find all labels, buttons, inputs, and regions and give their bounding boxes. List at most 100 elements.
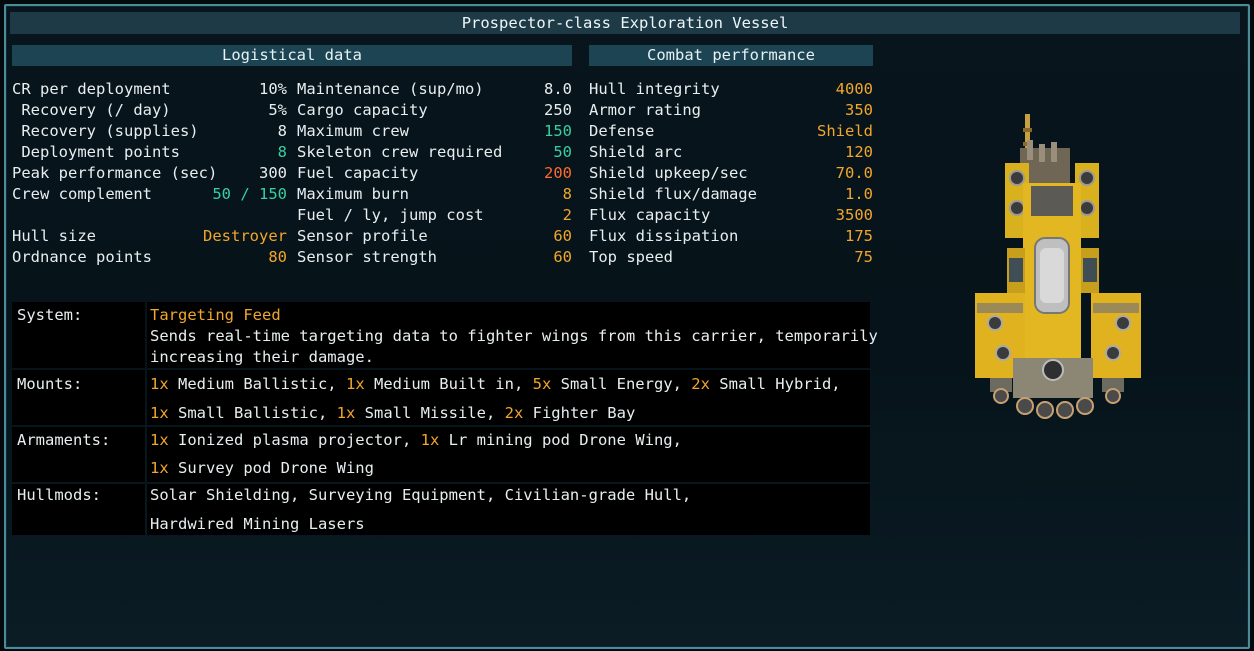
stat-value: 75: [854, 248, 873, 266]
stat-row: Maintenance (sup/mo) 8.0: [297, 79, 572, 100]
stat-row: Ordnance points 80: [12, 247, 287, 268]
stat-label: Hull integrity: [589, 80, 720, 98]
logistical-header: Logistical data: [12, 45, 572, 66]
stat-label: Sensor profile: [297, 227, 428, 245]
system-desc-line2: increasing their damage.: [150, 348, 374, 366]
stat-value: 120: [845, 143, 873, 161]
item-name: Ionized plasma projector,: [168, 431, 421, 449]
stat-row: Crew complement 50 / 150: [12, 184, 287, 205]
stat-row: Recovery (supplies) 8: [12, 121, 287, 142]
stat-value: Destroyer: [203, 227, 287, 245]
stat-label: Cargo capacity: [297, 101, 428, 119]
stat-row: Flux capacity 3500: [589, 205, 873, 226]
count: 1x: [150, 459, 169, 477]
count: 5x: [532, 375, 552, 393]
hullmods-line2: Hardwired Mining Lasers: [150, 515, 365, 533]
stat-value: 175: [845, 227, 873, 245]
stat-row: Hull integrity 4000: [589, 79, 873, 100]
stat-row: Cargo capacity 250: [297, 100, 572, 121]
stat-value: 5%: [268, 101, 287, 119]
stat-value: 350: [845, 101, 873, 119]
stat-row: Defense Shield: [589, 121, 873, 142]
stat-label: Ordnance points: [12, 248, 152, 266]
combat-header: Combat performance: [589, 45, 873, 66]
mounts-line2: 1x Small Ballistic, 1x Small Missile, 2x…: [150, 403, 635, 424]
item-name: Fighter Bay: [523, 404, 636, 422]
stat-row: Hull size Destroyer: [12, 226, 287, 247]
mounts-line1: 1x Medium Ballistic, 1x Medium Built in,…: [150, 374, 841, 395]
stat-label: Peak performance (sec): [12, 164, 218, 182]
stat-value: 2: [562, 206, 572, 224]
stat-row: CR per deployment 10%: [12, 79, 287, 100]
system-desc-line1: Sends real-time targeting data to fighte…: [150, 327, 878, 345]
stat-row: Sensor profile 60: [297, 226, 572, 247]
count: 1x: [150, 431, 169, 449]
count: 1x: [420, 431, 440, 449]
stat-value: 1.0: [845, 185, 873, 203]
item-name: Lr mining pod Drone Wing,: [439, 431, 682, 449]
stat-row: Shield arc 120: [589, 142, 873, 163]
stat-label: Recovery (/ day): [12, 101, 171, 119]
mounts-label: Mounts:: [17, 375, 83, 393]
stat-row: Armor rating 350: [589, 100, 873, 121]
stat-row: Recovery (/ day) 5%: [12, 100, 287, 121]
stat-value: 80: [268, 248, 287, 266]
stat-value: 60: [553, 227, 572, 245]
stat-value: 10%: [259, 80, 287, 98]
count: 1x: [345, 375, 365, 393]
stat-value: 8: [277, 122, 287, 140]
stat-row: Shield upkeep/sec 70.0: [589, 163, 873, 184]
stat-label: Recovery (supplies): [12, 122, 199, 140]
system-label: System:: [17, 306, 83, 324]
stat-row: Skeleton crew required 50: [297, 142, 572, 163]
stat-row: Shield flux/damage 1.0: [589, 184, 873, 205]
stat-row: Peak performance (sec) 300: [12, 163, 287, 184]
stat-label: Shield flux/damage: [589, 185, 757, 203]
armaments-line2: 1x Survey pod Drone Wing: [150, 458, 374, 479]
system-name: Targeting Feed: [150, 306, 281, 324]
item-name: Small Missile,: [355, 404, 505, 422]
hullmods-label: Hullmods:: [17, 486, 101, 504]
stat-value: 50: [553, 143, 572, 161]
stat-label: CR per deployment: [12, 80, 171, 98]
stat-row: Sensor strength 60: [297, 247, 572, 268]
hullmods-line1: Solar Shielding, Surveying Equipment, Ci…: [150, 486, 692, 504]
count: 1x: [150, 375, 169, 393]
armaments-line1: 1x Ionized plasma projector, 1x Lr minin…: [150, 430, 682, 451]
stat-label: Maximum burn: [297, 185, 409, 203]
stat-row: Fuel capacity 200: [297, 163, 572, 184]
stat-label: Deployment points: [12, 143, 180, 161]
stat-label: Fuel capacity: [297, 164, 419, 182]
count: 1x: [150, 404, 169, 422]
stat-label: Skeleton crew required: [297, 143, 503, 161]
stat-label: Maintenance (sup/mo): [297, 80, 484, 98]
stat-label: Defense: [589, 122, 655, 140]
stat-value: 200: [544, 164, 572, 182]
stat-row: Deployment points 8: [12, 142, 287, 163]
stat-value: 70.0: [835, 164, 873, 182]
stat-value: 60: [553, 248, 572, 266]
stat-value: 4000: [835, 80, 873, 98]
stat-label: Crew complement: [12, 185, 152, 203]
stat-value: Shield: [817, 122, 873, 140]
stat-row: Fuel / ly, jump cost 2: [297, 205, 572, 226]
stat-value: 250: [544, 101, 572, 119]
stat-row: [12, 205, 287, 226]
count: 2x: [504, 404, 524, 422]
stat-value: 8: [562, 185, 572, 203]
stat-label: Shield upkeep/sec: [589, 164, 748, 182]
item-name: Small Hybrid,: [709, 375, 841, 393]
stat-label: Hull size: [12, 227, 96, 245]
stat-row: Top speed 75: [589, 247, 873, 268]
stat-label: Top speed: [589, 248, 673, 266]
stat-value: 150: [544, 122, 572, 140]
stat-label: Flux capacity: [589, 206, 711, 224]
stat-row: Flux dissipation 175: [589, 226, 873, 247]
stat-row: Maximum burn 8: [297, 184, 572, 205]
item-name: Small Energy,: [551, 375, 692, 393]
count: 2x: [691, 375, 710, 393]
panel-title: Prospector-class Exploration Vessel: [10, 12, 1240, 34]
stat-value: 3500: [835, 206, 873, 224]
item-name: Medium Ballistic,: [168, 375, 346, 393]
stat-label: Maximum crew: [297, 122, 409, 140]
